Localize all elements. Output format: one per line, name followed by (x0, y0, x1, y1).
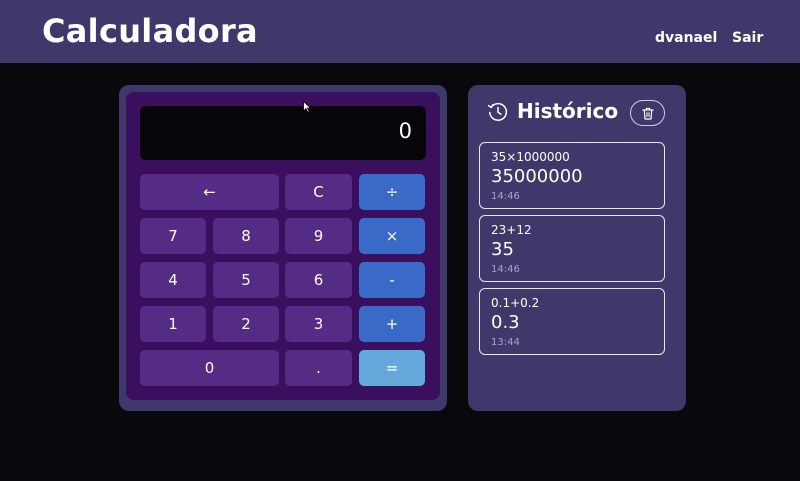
mouse-pointer-icon (303, 101, 311, 113)
history-result: 35000000 (491, 166, 583, 187)
key-5[interactable]: 5 (213, 262, 279, 298)
user-link[interactable]: dvanael (655, 30, 717, 46)
history-result: 35 (491, 239, 514, 260)
backspace-button[interactable]: ← (140, 174, 279, 210)
history-time: 14:46 (491, 191, 520, 202)
calculator-panel: 0 ← C ÷ 7 8 9 × 4 5 6 - 1 2 3 + 0 . = (119, 85, 447, 411)
top-bar: Calculadora dvanael Sair (0, 0, 800, 63)
history-time: 13:44 (491, 337, 520, 348)
key-4[interactable]: 4 (140, 262, 206, 298)
history-time: 14:46 (491, 264, 520, 275)
logout-link[interactable]: Sair (732, 30, 763, 46)
key-8[interactable]: 8 (213, 218, 279, 254)
key-9[interactable]: 9 (285, 218, 352, 254)
key-3[interactable]: 3 (285, 306, 352, 342)
history-entry[interactable]: 0.1+0.2 0.3 13:44 (479, 288, 665, 355)
history-entry[interactable]: 23+12 35 14:46 (479, 215, 665, 282)
history-expression: 35×1000000 (491, 150, 570, 164)
clear-button[interactable]: C (285, 174, 352, 210)
key-6[interactable]: 6 (285, 262, 352, 298)
history-expression: 0.1+0.2 (491, 296, 540, 310)
display-value: 0 (398, 119, 412, 143)
clock-icon (487, 102, 508, 121)
app-title: Calculadora (42, 12, 258, 50)
clear-history-button[interactable] (630, 100, 665, 126)
key-7[interactable]: 7 (140, 218, 206, 254)
key-2[interactable]: 2 (213, 306, 279, 342)
key-1[interactable]: 1 (140, 306, 206, 342)
history-title: Histórico (517, 99, 619, 123)
add-button[interactable]: + (359, 306, 425, 342)
multiply-button[interactable]: × (359, 218, 425, 254)
calculator-body: 0 ← C ÷ 7 8 9 × 4 5 6 - 1 2 3 + 0 . = (126, 92, 440, 400)
history-entry[interactable]: 35×1000000 35000000 14:46 (479, 142, 665, 209)
subtract-button[interactable]: - (359, 262, 425, 298)
equals-button[interactable]: = (359, 350, 425, 386)
calculator-display: 0 (140, 106, 426, 160)
trash-icon (641, 107, 654, 120)
divide-button[interactable]: ÷ (359, 174, 425, 210)
decimal-button[interactable]: . (285, 350, 352, 386)
history-result: 0.3 (491, 312, 520, 333)
key-0[interactable]: 0 (140, 350, 279, 386)
history-expression: 23+12 (491, 223, 532, 237)
